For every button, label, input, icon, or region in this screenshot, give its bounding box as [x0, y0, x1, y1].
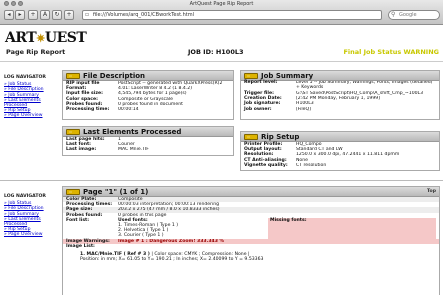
font-list-label: Font list: — [66, 217, 90, 223]
folder-icon — [66, 188, 80, 195]
file-description-panel: File Description RIP input file PostScrip… — [62, 70, 234, 120]
navigator-title: LOG NAVIGATOR — [4, 194, 46, 199]
artquest-logo: ART✷UEST — [5, 30, 87, 46]
new-tab-button[interactable]: + — [64, 10, 74, 20]
missing-fonts: Missing fonts: — [268, 217, 436, 239]
browser-toolbar: ArtQuest Page Rip Report ◂ ▸ + A ↻ + ▫ f… — [0, 0, 443, 25]
job-summary-panel: Job Summary Report level: Level 5 -- Job … — [240, 70, 440, 120]
window-title: ArtQuest Page Rip Report — [189, 1, 254, 7]
page-icon: ▫ — [85, 11, 90, 18]
search-icon: ⚲ — [391, 11, 396, 18]
page-detail-panel: Page "1" (1 of 1) Top Color Plate: Compos… — [62, 186, 440, 295]
font-list-row: Font list: Used fonts: 1. Times-Roman ( … — [63, 217, 439, 239]
nav-link-page-overview[interactable]: » Page Overview — [4, 113, 54, 118]
job-id: JOB ID: H100L3 — [188, 48, 244, 56]
info-row: Last image: MAC Mnie.TIF — [66, 147, 149, 153]
page-title: Page Rip Report — [6, 48, 66, 56]
panel-title: Job Summary — [261, 71, 314, 80]
nav-link-last-elements[interactable]: » Last Elements Processed — [4, 98, 54, 108]
info-row: Vignette quality: CT resolution — [244, 162, 327, 168]
nav-link-page-overview[interactable]: » Page Overview — [4, 232, 54, 237]
star-icon: ✷ — [36, 32, 45, 45]
panel-header: Rip Setup — [241, 132, 439, 142]
info-row: Processing time: 00:00:14 — [66, 107, 139, 113]
info-row: Report level: Level 5 -- Job Summary, War… — [244, 80, 433, 90]
add-bookmark-button[interactable]: + — [28, 10, 38, 20]
rip-setup-panel: Rip Setup Printer Profile: HQ_Compo Outpu… — [240, 131, 440, 171]
folder-icon — [66, 72, 80, 79]
panel-header: File Description — [63, 71, 233, 81]
used-fonts: Used fonts: 1. Times-Roman ( Type 1 ) 2.… — [118, 218, 268, 239]
search-field[interactable]: ⚲ Google — [388, 10, 440, 20]
reader-button[interactable]: A — [40, 10, 50, 20]
top-link[interactable]: Top — [427, 189, 436, 194]
image-warning: Image # 1 : Dangerous Zoom! 333.343 % — [118, 238, 225, 244]
folder-icon — [66, 128, 80, 135]
image-list-label: Image List: — [66, 243, 95, 249]
forward-button[interactable]: ▸ — [15, 10, 25, 20]
info-row: Job owner: [FileQ] — [244, 106, 311, 112]
job-status: Final Job Status WARNING — [343, 48, 439, 56]
last-elements-panel: Last Elements Processed Last page hits: 1… — [62, 126, 234, 156]
panel-header: Last Elements Processed — [63, 127, 233, 137]
image-list: Image List: 1. MAC/Mnie.TIF ( Ref # 3 ) … — [63, 244, 439, 263]
folder-icon — [244, 72, 258, 79]
image-warning-row: Image Warnings: Image # 1 : Dangerous Zo… — [63, 238, 439, 244]
navigator-title: LOG NAVIGATOR — [4, 75, 46, 80]
refresh-button[interactable]: ↻ — [52, 10, 62, 20]
back-button[interactable]: ◂ — [4, 10, 14, 20]
panel-title: Last Elements Processed — [83, 127, 182, 136]
nav-link-last-elements[interactable]: » Last Elements Processed — [4, 217, 54, 227]
log-navigator-bottom: LOG NAVIGATOR » Job Status » File Descri… — [4, 194, 54, 238]
panel-title: File Description — [83, 71, 146, 80]
search-placeholder: Google — [399, 12, 417, 18]
address-text: file:///Volumes/arq_001/CBworkTest.html — [93, 12, 195, 18]
panel-title: Rip Setup — [261, 132, 300, 141]
log-navigator-top: LOG NAVIGATOR » Job Status » File Descri… — [4, 75, 54, 119]
section-divider — [0, 180, 443, 181]
panel-title: Page "1" (1 of 1) — [83, 187, 149, 196]
report-header: ART✷UEST Page Rip Report JOB ID: H100L3 … — [0, 27, 443, 62]
image-position: Position: in mm; X= 61.05 to Y= 190.21 ;… — [80, 257, 264, 263]
folder-icon — [244, 133, 258, 140]
panel-header: Page "1" (1 of 1) Top — [63, 187, 439, 197]
address-bar[interactable]: ▫ file:///Volumes/arq_001/CBworkTest.htm… — [82, 10, 382, 20]
